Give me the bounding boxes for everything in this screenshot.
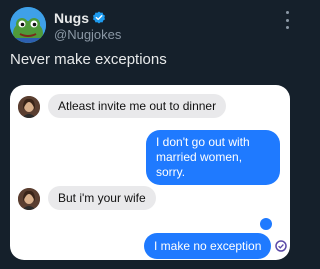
contact-avatar-icon xyxy=(18,96,40,118)
message-text: I don't go out with married women, sorry… xyxy=(156,135,250,179)
message-bubble-incoming: Atleast invite me out to dinner xyxy=(48,94,227,118)
name-line: Nugs xyxy=(54,10,106,26)
display-name[interactable]: Nugs xyxy=(54,10,89,26)
message-bubble-incoming: But i'm your wife xyxy=(48,186,156,210)
more-dot xyxy=(285,18,289,22)
tweet-text: Never make exceptions xyxy=(10,51,167,68)
tweet-header: Nugs @Nugjokes xyxy=(0,0,300,44)
verified-badge-icon xyxy=(92,11,106,25)
frog-avatar-icon[interactable] xyxy=(10,7,46,43)
message-bubble-outgoing: I make no exception xyxy=(144,233,272,259)
more-options-icon[interactable] xyxy=(280,11,294,29)
message-bubble-outgoing: I don't go out with married women, sorry… xyxy=(146,130,280,185)
more-dot xyxy=(285,26,289,29)
delivered-icon xyxy=(275,239,287,252)
contact-avatar-icon xyxy=(18,188,40,210)
message-status-dot xyxy=(260,218,272,230)
more-dot xyxy=(285,11,289,14)
tweet-media-image[interactable]: Atleast invite me out to dinner I don't … xyxy=(10,85,290,260)
account-handle[interactable]: @Nugjokes xyxy=(54,27,121,42)
